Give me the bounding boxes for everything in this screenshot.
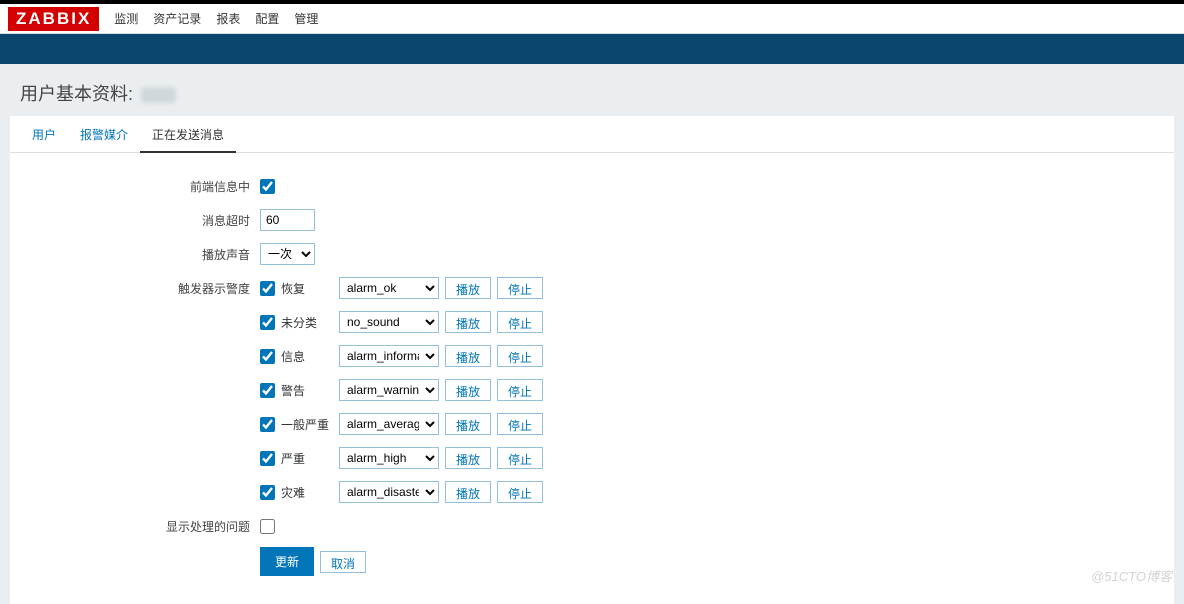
stop-button-5[interactable]: 停止	[497, 447, 543, 469]
play-button-2[interactable]: 播放	[445, 345, 491, 367]
severity-label: 警告	[281, 382, 333, 399]
checkbox-suppressed[interactable]	[260, 519, 275, 534]
stop-button-3[interactable]: 停止	[497, 379, 543, 401]
select-sound-2[interactable]: alarm_information	[339, 345, 439, 367]
checkbox-severity-4[interactable]	[260, 417, 275, 432]
logo[interactable]: ZABBIX	[8, 7, 99, 31]
play-button-5[interactable]: 播放	[445, 447, 491, 469]
select-sound-6[interactable]: alarm_disaster	[339, 481, 439, 503]
nav-administration[interactable]: 管理	[294, 10, 318, 27]
sub-nav-bar	[0, 34, 1184, 64]
stop-button-4[interactable]: 停止	[497, 413, 543, 435]
play-button-3[interactable]: 播放	[445, 379, 491, 401]
severity-label: 严重	[281, 450, 333, 467]
nav-monitoring[interactable]: 监测	[114, 10, 138, 27]
select-sound-0[interactable]: alarm_ok	[339, 277, 439, 299]
label-playsound: 播放声音	[10, 246, 260, 263]
select-play-sound[interactable]: 一次	[260, 243, 315, 265]
checkbox-severity-3[interactable]	[260, 383, 275, 398]
update-button[interactable]: 更新	[260, 547, 314, 576]
play-button-1[interactable]: 播放	[445, 311, 491, 333]
stop-button-6[interactable]: 停止	[497, 481, 543, 503]
watermark: @51CTO博客	[1091, 566, 1172, 585]
severity-label: 信息	[281, 348, 333, 365]
severity-label: 一般严重	[281, 416, 333, 433]
input-timeout[interactable]	[260, 209, 315, 231]
play-button-6[interactable]: 播放	[445, 481, 491, 503]
checkbox-severity-2[interactable]	[260, 349, 275, 364]
play-button-4[interactable]: 播放	[445, 413, 491, 435]
label-severity: 触发器示警度	[10, 280, 260, 297]
page-title: 用户基本资料:	[0, 64, 1184, 116]
tab-media[interactable]: 报警媒介	[68, 116, 140, 152]
label-timeout: 消息超时	[10, 212, 260, 229]
tabs: 用户 报警媒介 正在发送消息	[10, 116, 1174, 153]
severity-label: 未分类	[281, 314, 333, 331]
content-panel: 用户 报警媒介 正在发送消息 前端信息中 消息超时 播放声音 一次 触发器示警度…	[10, 116, 1174, 604]
severity-label: 恢复	[281, 280, 333, 297]
label-suppressed: 显示处理的问题	[10, 518, 260, 535]
nav-reports[interactable]: 报表	[216, 10, 240, 27]
select-sound-5[interactable]: alarm_high	[339, 447, 439, 469]
label-frontend: 前端信息中	[10, 178, 260, 195]
tab-messaging[interactable]: 正在发送消息	[140, 116, 236, 153]
nav-inventory[interactable]: 资产记录	[153, 10, 201, 27]
checkbox-severity-1[interactable]	[260, 315, 275, 330]
page-title-text: 用户基本资料:	[20, 84, 133, 104]
stop-button-2[interactable]: 停止	[497, 345, 543, 367]
severity-label: 灾难	[281, 484, 333, 501]
username-redacted	[141, 87, 176, 103]
checkbox-severity-6[interactable]	[260, 485, 275, 500]
stop-button-1[interactable]: 停止	[497, 311, 543, 333]
checkbox-frontend-messaging[interactable]	[260, 179, 275, 194]
play-button-0[interactable]: 播放	[445, 277, 491, 299]
cancel-button[interactable]: 取消	[320, 551, 366, 573]
nav-configuration[interactable]: 配置	[255, 10, 279, 27]
checkbox-severity-5[interactable]	[260, 451, 275, 466]
select-sound-4[interactable]: alarm_average	[339, 413, 439, 435]
select-sound-1[interactable]: no_sound	[339, 311, 439, 333]
select-sound-3[interactable]: alarm_warning	[339, 379, 439, 401]
tab-user[interactable]: 用户	[20, 116, 68, 152]
checkbox-severity-0[interactable]	[260, 281, 275, 296]
header: ZABBIX 监测 资产记录 报表 配置 管理	[0, 4, 1184, 34]
form: 前端信息中 消息超时 播放声音 一次 触发器示警度恢复alarm_ok播放停止未…	[10, 153, 1174, 604]
stop-button-0[interactable]: 停止	[497, 277, 543, 299]
